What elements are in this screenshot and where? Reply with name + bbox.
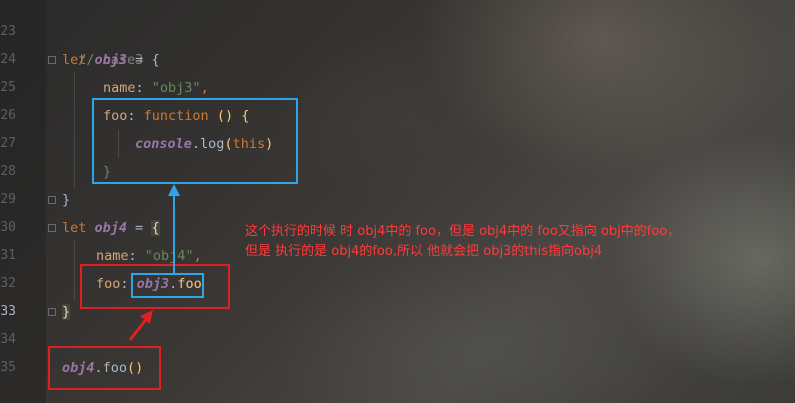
blue-arrow-icon — [168, 184, 180, 275]
red-arrow-icon — [128, 310, 153, 341]
explanation-annotation: 这个执行的时候 时 obj4中的 foo，但是 obj4中的 foo又指向 ob… — [245, 222, 785, 262]
annotation-arrows — [128, 184, 180, 341]
annotation-line-2: 但是 执行的是 obj4的foo,所以 他就会把 obj3的this指向obj4 — [245, 244, 603, 259]
annotation-line-1: 这个执行的时候 时 obj4中的 foo，但是 obj4中的 foo又指向 ob… — [245, 224, 681, 239]
